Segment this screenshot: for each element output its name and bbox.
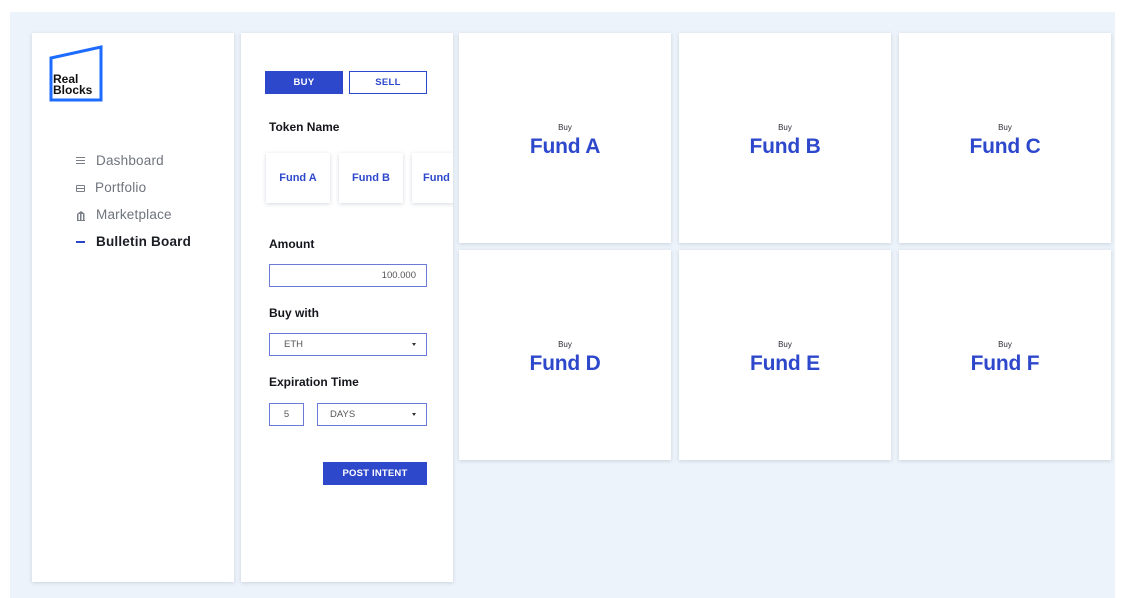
tile-fund-name: Fund E	[750, 352, 820, 375]
sidebar-item-dashboard[interactable]: Dashboard	[76, 147, 191, 174]
amount-label: Amount	[269, 237, 315, 251]
sidebar: Real Blocks Dashboard Portfolio Marketpl…	[32, 33, 234, 582]
amount-input[interactable]: 100.000	[269, 264, 427, 287]
token-option-fund-c[interactable]: Fund	[412, 153, 453, 203]
tile-buy-label: Buy	[998, 340, 1012, 349]
sidebar-item-portfolio[interactable]: Portfolio	[76, 174, 191, 201]
fund-tile-f[interactable]: Buy Fund F	[899, 250, 1111, 460]
expiration-number-input[interactable]: 5	[269, 403, 304, 426]
bank-icon	[76, 210, 86, 221]
intent-form-panel: BUY SELL Token Name Fund A Fund B Fund A…	[241, 33, 453, 582]
tile-fund-name: Fund F	[970, 352, 1040, 375]
fund-tile-b[interactable]: Buy Fund B	[679, 33, 891, 243]
fund-tile-a[interactable]: Buy Fund A	[459, 33, 671, 243]
expiration-unit-value: DAYS	[330, 409, 356, 420]
tile-fund-name: Fund C	[969, 135, 1041, 158]
dash-icon	[76, 238, 86, 246]
buy-with-select[interactable]: ETH	[269, 333, 427, 356]
sidebar-item-label: Bulletin Board	[96, 234, 192, 249]
expiration-time-label: Expiration Time	[269, 375, 359, 389]
sidebar-item-label: Marketplace	[96, 207, 172, 222]
fund-tile-e[interactable]: Buy Fund E	[679, 250, 891, 460]
expiration-unit-select[interactable]: DAYS	[317, 403, 427, 426]
tile-fund-name: Fund A	[529, 135, 601, 158]
tile-fund-name: Fund D	[529, 352, 601, 375]
post-intent-button[interactable]: POST INTENT	[323, 462, 427, 485]
list-icon	[76, 156, 86, 165]
fund-tile-c[interactable]: Buy Fund C	[899, 33, 1111, 243]
tile-buy-label: Buy	[778, 123, 792, 132]
buy-with-label: Buy with	[269, 306, 319, 320]
tile-buy-label: Buy	[558, 340, 572, 349]
tile-buy-label: Buy	[558, 123, 572, 132]
sidebar-nav: Dashboard Portfolio Marketplace Bulletin…	[76, 147, 191, 255]
tile-fund-name: Fund B	[749, 135, 821, 158]
tile-buy-label: Buy	[778, 340, 792, 349]
token-option-fund-b[interactable]: Fund B	[339, 153, 403, 203]
briefcase-icon	[76, 185, 85, 192]
sidebar-item-label: Dashboard	[96, 153, 164, 168]
sell-tab-button[interactable]: SELL	[349, 71, 427, 94]
logo-text: Real Blocks	[53, 72, 93, 97]
sidebar-item-label: Portfolio	[95, 180, 147, 195]
chevron-down-icon	[412, 413, 416, 416]
buy-with-value: ETH	[284, 339, 303, 350]
sidebar-item-marketplace[interactable]: Marketplace	[76, 201, 191, 228]
sidebar-item-bulletin-board[interactable]: Bulletin Board	[76, 228, 191, 255]
realblocks-logo[interactable]: Real Blocks	[49, 45, 103, 102]
fund-tile-d[interactable]: Buy Fund D	[459, 250, 671, 460]
token-option-fund-a[interactable]: Fund A	[266, 153, 330, 203]
tile-buy-label: Buy	[998, 123, 1012, 132]
chevron-down-icon	[412, 343, 416, 346]
token-name-label: Token Name	[269, 120, 340, 134]
buy-tab-button[interactable]: BUY	[265, 71, 343, 94]
